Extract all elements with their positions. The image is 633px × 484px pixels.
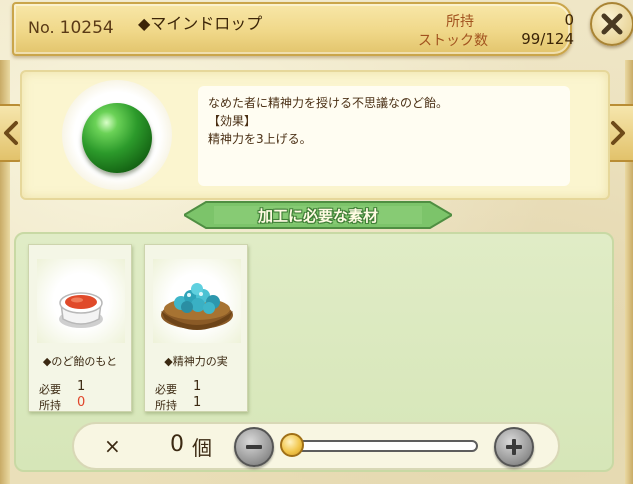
quantity-times-sign: × <box>104 434 121 458</box>
red-candy-cup-icon <box>59 292 103 328</box>
blue-berry-basket-icon <box>161 283 233 330</box>
close-button[interactable] <box>590 2 633 46</box>
description-line: 【効果】 <box>208 114 257 128</box>
increase-quantity-button[interactable] <box>494 427 534 467</box>
material-name: ◆のど飴のもと <box>42 355 118 368</box>
chevron-left-icon <box>4 121 18 145</box>
material-image-frame <box>153 259 241 343</box>
item-header: No. 10254 ◆マインドロップ 所持 0 ストック数 99/124 <box>12 2 574 56</box>
minus-icon <box>246 445 262 449</box>
owned-value: 1 <box>193 395 202 410</box>
chevron-right-icon <box>611 121 625 145</box>
stock-value: 99/124 <box>521 30 574 48</box>
required-value: 1 <box>193 379 202 394</box>
required-value: 1 <box>77 379 86 394</box>
quantity-slider[interactable] <box>282 440 478 452</box>
materials-heading: 加工に必要な素材 <box>257 207 378 225</box>
stock-label: ストック数 <box>418 33 488 49</box>
material-image-frame <box>37 259 125 343</box>
description-line: 精神力を3上げる。 <box>208 132 312 146</box>
item-number: No. 10254 <box>28 18 114 38</box>
quantity-unit: 個 <box>192 436 212 460</box>
owned-value: 0 <box>77 395 86 410</box>
quantity-slider-thumb[interactable] <box>280 433 304 457</box>
material-card[interactable]: ◆のど飴のもと 必要 1 所持 0 <box>28 244 132 412</box>
item-name: ◆マインドロップ <box>138 14 263 33</box>
owned-label: 所持 <box>39 399 61 412</box>
plus-icon <box>506 439 522 455</box>
item-number-prefix: No. <box>28 18 55 37</box>
owned-value: 0 <box>564 11 574 29</box>
quantity-value: 0 <box>170 432 184 457</box>
owned-label: 所持 <box>155 399 177 412</box>
item-number-value: 10254 <box>59 18 114 38</box>
decrease-quantity-button[interactable] <box>234 427 274 467</box>
owned-label: 所持 <box>446 14 474 30</box>
green-orb-icon <box>82 103 152 173</box>
item-description: なめた者に精神力を授ける不思議なのど飴。 【効果】 精神力を3上げる。 <box>198 86 570 186</box>
required-label: 必要 <box>155 383 177 396</box>
required-label: 必要 <box>39 383 61 396</box>
description-line: なめた者に精神力を授ける不思議なのど飴。 <box>208 96 449 110</box>
material-name: ◆精神力の実 <box>164 355 228 368</box>
close-icon <box>601 13 623 35</box>
material-card[interactable]: ◆精神力の実 必要 1 所持 1 <box>144 244 248 412</box>
materials-heading-ribbon: 加工に必要な素材 <box>184 196 452 234</box>
